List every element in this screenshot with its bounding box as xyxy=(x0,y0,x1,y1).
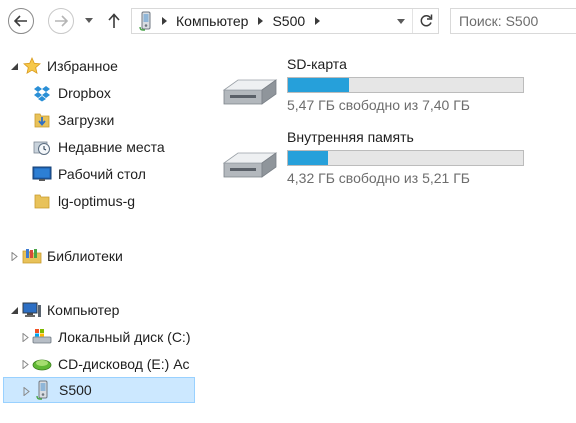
nav-item-lg-optimus-g[interactable]: lg-optimus-g xyxy=(0,189,197,213)
chevron-down-icon xyxy=(397,18,405,24)
nav-computer[interactable]: Компьютер xyxy=(0,298,197,322)
nav-item-label: Рабочий стол xyxy=(58,166,146,182)
forward-button[interactable] xyxy=(48,8,74,34)
drive-sd-card[interactable]: SD-карта 5,47 ГБ свободно из 7,40 ГБ xyxy=(210,50,540,114)
removable-drive-icon xyxy=(222,152,278,178)
breadcrumb-separator-icon[interactable] xyxy=(157,9,171,33)
nav-item-cd-drive-e[interactable]: CD-дисковод (E:) Ac xyxy=(0,352,197,376)
drive-free-space: 4,32 ГБ свободно из 5,21 ГБ xyxy=(287,170,470,186)
collapsed-arrow-icon[interactable] xyxy=(20,359,30,369)
nav-item-s500[interactable]: S500 xyxy=(3,377,195,403)
expand-arrow-icon[interactable] xyxy=(9,305,19,315)
dropbox-icon xyxy=(32,83,52,103)
drive-internal-memory[interactable]: Внутренняя память 4,32 ГБ свободно из 5,… xyxy=(210,123,540,187)
desktop-icon xyxy=(32,164,52,184)
nav-item-label: lg-optimus-g xyxy=(58,193,136,209)
libraries-icon xyxy=(22,246,42,266)
navigation-toolbar: Компьютер S500 xyxy=(0,0,576,42)
refresh-icon xyxy=(420,14,432,27)
folder-icon xyxy=(32,191,52,211)
drive-usage-fill xyxy=(288,151,328,165)
collapsed-arrow-icon[interactable] xyxy=(21,386,31,396)
drive-usage-bar xyxy=(287,150,524,166)
address-dropdown-button[interactable] xyxy=(390,9,412,33)
nav-item-label: Dropbox xyxy=(58,85,111,101)
nav-item-local-disk-c[interactable]: Локальный диск (C:) xyxy=(0,325,197,349)
nav-item-label: Недавние места xyxy=(58,139,165,155)
breadcrumb-separator-icon[interactable] xyxy=(310,9,324,33)
recent-locations-button[interactable] xyxy=(84,13,94,27)
search-input[interactable] xyxy=(459,13,576,29)
nav-item-recent-places[interactable]: Недавние места xyxy=(0,135,197,159)
drive-usage-bar xyxy=(287,77,524,93)
up-arrow-icon xyxy=(108,13,120,28)
computer-icon xyxy=(22,300,42,320)
drive-name: Внутренняя память xyxy=(287,129,414,145)
up-button[interactable] xyxy=(105,11,123,31)
nav-favorites[interactable]: Избранное xyxy=(0,54,197,78)
recent-places-icon xyxy=(32,137,52,157)
nav-computer-label: Компьютер xyxy=(47,302,120,318)
address-bar[interactable]: Компьютер S500 xyxy=(131,8,439,34)
chevron-down-icon xyxy=(85,17,93,23)
nav-item-label: Локальный диск (C:) xyxy=(58,329,191,345)
downloads-folder-icon xyxy=(32,110,52,130)
nav-item-label: CD-дисковод (E:) Ac xyxy=(58,356,190,372)
breadcrumb-computer[interactable]: Компьютер xyxy=(171,9,253,33)
cd-drive-icon xyxy=(32,354,52,374)
local-disk-icon xyxy=(32,327,52,347)
phone-device-icon xyxy=(135,9,157,33)
nav-libraries-label: Библиотеки xyxy=(47,248,123,264)
nav-item-desktop[interactable]: Рабочий стол xyxy=(0,162,197,186)
nav-favorites-label: Избранное xyxy=(47,58,118,74)
phone-device-icon xyxy=(33,380,53,400)
refresh-button[interactable] xyxy=(412,9,438,33)
nav-item-dropbox[interactable]: Dropbox xyxy=(0,81,197,105)
search-box[interactable] xyxy=(450,8,576,34)
removable-drive-icon xyxy=(222,79,278,105)
collapsed-arrow-icon[interactable] xyxy=(9,251,19,261)
drive-free-space: 5,47 ГБ свободно из 7,40 ГБ xyxy=(287,97,470,113)
collapsed-arrow-icon[interactable] xyxy=(20,332,30,342)
navigation-pane: Избранное Dropbox Загрузки Недавние мест… xyxy=(0,50,197,423)
content-area: SD-карта 5,47 ГБ свободно из 7,40 ГБ Вну… xyxy=(210,50,576,423)
drive-usage-fill xyxy=(288,78,350,92)
expand-arrow-icon[interactable] xyxy=(9,61,19,71)
star-icon xyxy=(22,56,42,76)
breadcrumb-s500[interactable]: S500 xyxy=(267,9,310,33)
back-arrow-icon xyxy=(14,15,27,27)
nav-item-downloads[interactable]: Загрузки xyxy=(0,108,197,132)
breadcrumb-separator-icon[interactable] xyxy=(253,9,267,33)
nav-libraries[interactable]: Библиотеки xyxy=(0,244,197,268)
drive-name: SD-карта xyxy=(287,56,347,72)
forward-arrow-icon xyxy=(55,15,68,27)
nav-item-label: Загрузки xyxy=(58,112,115,128)
nav-item-label: S500 xyxy=(59,382,92,398)
back-button[interactable] xyxy=(8,8,34,34)
